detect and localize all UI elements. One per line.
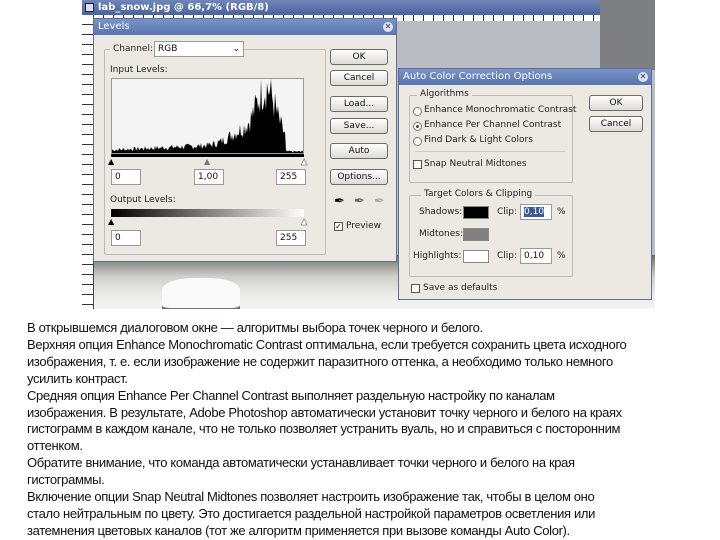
text-line: Включение опции Snap Neutral Midtones по…: [27, 489, 595, 505]
description-text: В открывшемся диалоговом окне — алгоритм…: [27, 320, 627, 540]
radio-button[interactable]: [413, 122, 422, 131]
auto-color-title-bar[interactable]: Auto Color Correction Options: [399, 69, 651, 85]
save-defaults-checkbox[interactable]: [411, 284, 420, 293]
preview-checkbox[interactable]: ✓: [334, 222, 343, 231]
levels-title-bar[interactable]: Levels: [94, 19, 396, 35]
channel-value: RGB: [158, 44, 178, 54]
load-button[interactable]: Load...: [330, 96, 388, 112]
gamma-slider[interactable]: ▲: [204, 157, 210, 166]
divider: [415, 151, 565, 152]
algorithms-label: Algorithms: [417, 89, 472, 99]
output-black-slider[interactable]: ▲: [108, 217, 114, 226]
gray-eyedropper-icon[interactable]: ✒: [354, 194, 365, 209]
close-icon[interactable]: ✕: [638, 72, 648, 82]
text-line: стало нейтральным по цвету. Это достигае…: [27, 505, 596, 521]
output-black-field[interactable]: 0: [111, 230, 141, 246]
text-line: изображения. В результате, Adobe Photosh…: [27, 404, 622, 420]
shadows-clip-value: 0,10: [524, 207, 545, 217]
option-label: Enhance Per Channel Contrast: [424, 120, 562, 130]
histogram-shape: [112, 79, 303, 153]
percent-label: %: [557, 207, 566, 217]
levels-dialog: Levels ✕ Channel: RGB ⌄ Input Levels: ▲ ▲…: [93, 18, 397, 262]
cancel-button[interactable]: Cancel: [330, 70, 388, 86]
chevron-down-icon: ⌄: [232, 44, 240, 54]
document-icon: [85, 3, 94, 12]
input-gamma-field[interactable]: 1,00: [194, 169, 224, 185]
document-title: lab_snow.jpg @ 66,7% (RGB/8): [98, 2, 269, 13]
input-black-field[interactable]: 0: [111, 169, 141, 185]
channel-label: Channel:: [110, 44, 156, 54]
text-line: В открывшемся диалоговом окне — алгоритм…: [27, 320, 483, 335]
workspace-background: [600, 0, 655, 70]
clip-label: Clip:: [497, 251, 518, 261]
output-levels-label: Output Levels:: [110, 195, 176, 205]
text-line: Средняя опция Enhance Per Channel Contra…: [27, 387, 555, 403]
text-line: гистограммы.: [27, 472, 105, 488]
histogram: [111, 78, 304, 154]
target-colors-label: Target Colors & Clipping: [421, 189, 536, 199]
option-label: Enhance Monochromatic Contrast: [424, 105, 577, 115]
save-defaults-label: Save as defaults: [423, 283, 498, 293]
white-eyedropper-icon[interactable]: ✒: [374, 194, 385, 209]
auto-button[interactable]: Auto: [330, 143, 388, 159]
document-title-bar: lab_snow.jpg @ 66,7% (RGB/8): [82, 0, 600, 15]
levels-title: Levels: [98, 21, 130, 32]
output-gradient: [111, 209, 304, 217]
shadows-swatch[interactable]: [463, 206, 489, 219]
midtones-label: Midtones:: [419, 229, 463, 239]
radio-button[interactable]: [413, 137, 422, 146]
text-line: усилить контраст.: [27, 370, 128, 386]
text-line: изображения, т. е. если изображение не с…: [27, 353, 613, 369]
text-line: гистограмм в каждом канале, что не тольк…: [27, 421, 621, 437]
shadows-label: Shadows:: [419, 207, 463, 217]
black-eyedropper-icon[interactable]: ✒: [334, 194, 345, 209]
output-white-field[interactable]: 255: [276, 230, 306, 246]
percent-label: %: [557, 251, 566, 261]
auto-color-title: Auto Color Correction Options: [403, 71, 553, 82]
preview-label: Preview: [346, 221, 382, 231]
save-button[interactable]: Save...: [330, 118, 388, 134]
text-line: оттенком.: [27, 438, 83, 454]
option-label: Find Dark & Light Colors: [424, 135, 533, 145]
text-line: Верхняя опция Enhance Monochromatic Cont…: [27, 336, 627, 352]
ok-button[interactable]: OK: [589, 95, 643, 111]
black-point-slider[interactable]: ▲: [108, 157, 114, 166]
input-levels-label: Input Levels:: [110, 65, 168, 75]
close-icon[interactable]: ✕: [383, 22, 393, 32]
snap-neutral-label: Snap Neutral Midtones: [424, 159, 527, 169]
output-white-slider[interactable]: ▲: [301, 217, 308, 227]
white-point-slider[interactable]: ▲: [301, 157, 308, 167]
highlights-clip-field[interactable]: 0,10: [520, 248, 552, 264]
midtones-swatch[interactable]: [463, 228, 489, 241]
cancel-button[interactable]: Cancel: [589, 116, 643, 132]
snap-neutral-checkbox[interactable]: [413, 160, 422, 169]
highlights-swatch[interactable]: [463, 250, 489, 263]
shadows-clip-field[interactable]: 0,10: [520, 204, 552, 220]
options-button[interactable]: Options...: [330, 169, 388, 185]
text-line: Обратите внимание, что команда автоматич…: [27, 455, 575, 471]
auto-color-dialog: Auto Color Correction Options ✕ Algorith…: [398, 68, 652, 300]
input-white-field[interactable]: 255: [276, 169, 306, 185]
snow-covered-rock: [162, 278, 240, 308]
radio-button[interactable]: [413, 107, 422, 116]
highlights-label: Highlights:: [413, 251, 462, 261]
text-line: затемнения цветовых каналов (тот же алго…: [27, 522, 570, 538]
clip-label: Clip:: [497, 207, 518, 217]
channel-select[interactable]: RGB ⌄: [154, 41, 244, 57]
ok-button[interactable]: OK: [330, 49, 388, 65]
photoshop-screenshot: lab_snow.jpg @ 66,7% (RGB/8) Levels ✕ Ch…: [82, 0, 655, 309]
